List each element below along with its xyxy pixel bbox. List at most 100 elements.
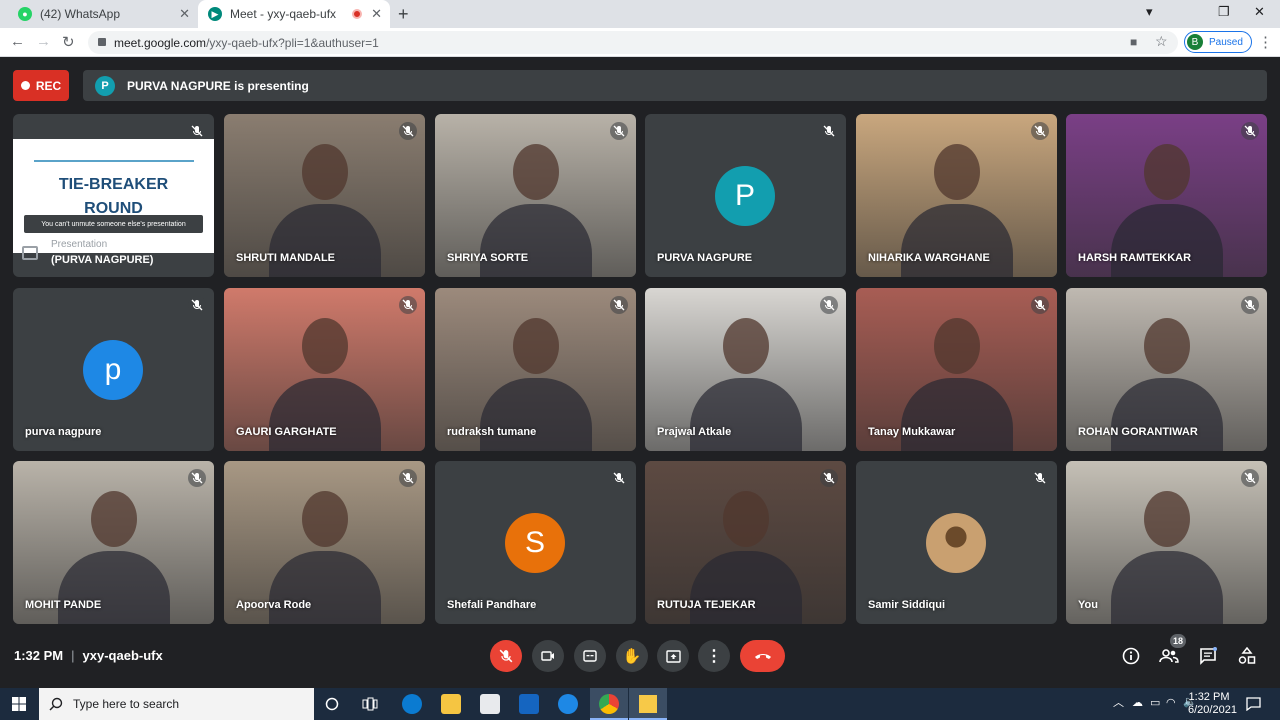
video-camera-icon (541, 651, 554, 661)
camera-icon[interactable]: ■ (1130, 35, 1137, 49)
battery-icon[interactable]: ▭ (1150, 697, 1160, 710)
mic-off-icon[interactable] (1031, 122, 1049, 140)
chat-button[interactable] (1195, 643, 1221, 669)
mic-off-icon[interactable] (610, 122, 628, 140)
person-silhouette (723, 491, 769, 547)
activities-button[interactable] (1234, 643, 1260, 669)
mic-off-icon[interactable] (1031, 296, 1049, 314)
present-now-button[interactable] (657, 640, 689, 672)
person-silhouette (934, 318, 980, 374)
file-explorer-icon[interactable] (441, 694, 461, 714)
participant-name: purva nagpure (25, 426, 102, 438)
participant-tile[interactable]: HARSH RAMTEKKAR (1066, 114, 1267, 277)
chevron-up-icon[interactable]: ︿ (1113, 697, 1124, 710)
mic-off-icon[interactable] (1241, 469, 1259, 487)
sticky-notes-button[interactable] (629, 688, 667, 720)
presenting-text: PURVA NAGPURE is presenting (127, 78, 309, 93)
more-vert-icon: ⋮ (706, 648, 722, 665)
participant-tile[interactable]: SHRUTI MANDALE (224, 114, 425, 277)
windows-start-icon[interactable] (12, 697, 26, 711)
mic-off-icon[interactable] (188, 469, 206, 487)
edge-icon[interactable] (402, 694, 422, 714)
participant-tile[interactable]: RUTUJA TEJEKAR (645, 461, 846, 624)
camera-toggle-button[interactable] (532, 640, 564, 672)
profile-button[interactable]: B Paused (1184, 31, 1252, 53)
chrome-taskbar-button[interactable] (590, 688, 628, 720)
mic-off-icon[interactable] (1241, 122, 1259, 140)
participant-tile[interactable]: Tanay Mukkawar (856, 288, 1057, 451)
participant-tile[interactable]: Samir Siddiqui (856, 461, 1057, 624)
mic-off-icon[interactable] (399, 296, 417, 314)
close-window-button[interactable]: ✕ (1254, 4, 1265, 20)
presentation-slide: TIE-BREAKER ROUND (13, 139, 214, 253)
present-screen-icon (665, 649, 681, 663)
store-icon[interactable] (480, 694, 500, 714)
captions-button[interactable] (574, 640, 606, 672)
mic-off-icon[interactable] (610, 296, 628, 314)
mic-off-icon[interactable] (820, 122, 838, 140)
bookmark-star-icon[interactable]: ☆ (1155, 33, 1168, 50)
url-input[interactable]: meet.google.com/yxy-qaeb-ufx?pli=1&authu… (88, 31, 1178, 54)
mic-off-icon[interactable] (399, 469, 417, 487)
close-tab-icon[interactable]: ✕ (371, 6, 382, 22)
participant-name: Samir Siddiqui (868, 599, 946, 611)
new-tab-button[interactable]: + (398, 4, 409, 25)
cloud-icon[interactable]: ☁ (1132, 697, 1143, 710)
record-dot-icon (20, 81, 30, 90)
mic-off-icon[interactable] (1241, 296, 1259, 314)
participant-name: SHRIYA SORTE (447, 252, 529, 264)
tab-whatsapp[interactable]: ● (42) WhatsApp ✕ (8, 0, 198, 28)
participant-tile[interactable]: rudraksh tumane (435, 288, 636, 451)
mic-off-icon[interactable] (1031, 469, 1049, 487)
tab-meet[interactable]: ▶ Meet - yxy-qaeb-ufx ✕ (198, 0, 390, 28)
participant-tile[interactable]: p purva nagpure (13, 288, 214, 451)
participant-tile[interactable]: Apoorva Rode (224, 461, 425, 624)
tab-search-icon[interactable]: ▾ (1146, 4, 1153, 20)
reload-icon[interactable]: ↻ (62, 33, 75, 51)
internet-explorer-icon[interactable] (558, 694, 578, 714)
raise-hand-button[interactable]: ✋ (616, 640, 648, 672)
system-clock[interactable]: 1:32 PM 6/20/2021 (1188, 691, 1237, 717)
person-silhouette (513, 318, 559, 374)
participant-tile[interactable]: GAURI GARGHATE (224, 288, 425, 451)
person-silhouette (901, 204, 1013, 277)
participant-tile[interactable]: SHRIYA SORTE (435, 114, 636, 277)
cortana-icon[interactable] (325, 697, 339, 711)
search-icon (49, 697, 63, 711)
participant-tile[interactable]: Prajwal Atkale (645, 288, 846, 451)
meeting-details-button[interactable] (1118, 643, 1144, 669)
more-options-button[interactable]: ⋮ (698, 640, 730, 672)
participant-tile[interactable]: ROHAN GORANTIWAR (1066, 288, 1267, 451)
close-tab-icon[interactable]: ✕ (179, 6, 190, 22)
notification-icon[interactable] (1246, 697, 1261, 711)
participant-tile[interactable]: S Shefali Pandhare (435, 461, 636, 624)
mic-toggle-button[interactable] (490, 640, 522, 672)
mic-off-icon[interactable] (610, 469, 628, 487)
participant-avatar (926, 513, 986, 573)
mic-off-icon[interactable] (188, 296, 206, 314)
taskbar-search-input[interactable]: Type here to search (39, 688, 314, 720)
task-view-icon[interactable] (362, 697, 378, 711)
mic-off-icon[interactable] (820, 296, 838, 314)
mic-off-icon[interactable] (188, 122, 206, 140)
participant-tile[interactable]: You (1066, 461, 1267, 624)
mic-off-icon[interactable] (820, 469, 838, 487)
presenter-avatar: P (95, 75, 115, 96)
participant-tile[interactable]: P PURVA NAGPURE (645, 114, 846, 277)
restore-window-button[interactable]: ❐ (1218, 4, 1230, 20)
forward-icon[interactable]: → (36, 33, 51, 50)
leave-call-button[interactable] (740, 640, 785, 672)
wifi-icon[interactable]: ◠ (1166, 697, 1176, 710)
mail-icon[interactable] (519, 694, 539, 714)
participant-name: ROHAN GORANTIWAR (1078, 426, 1198, 438)
person-silhouette (480, 204, 592, 277)
person-silhouette (480, 378, 592, 451)
separator: | (71, 648, 75, 663)
back-icon[interactable]: ← (10, 33, 25, 50)
participant-tile[interactable]: NIHARIKA WARGHANE (856, 114, 1057, 277)
presentation-tile[interactable]: TIE-BREAKER ROUND You can't unmute someo… (13, 114, 214, 277)
participant-tile[interactable]: MOHIT PANDE (13, 461, 214, 624)
more-menu-icon[interactable]: ⋮ (1258, 33, 1273, 51)
person-silhouette (934, 144, 980, 200)
mic-off-icon[interactable] (399, 122, 417, 140)
